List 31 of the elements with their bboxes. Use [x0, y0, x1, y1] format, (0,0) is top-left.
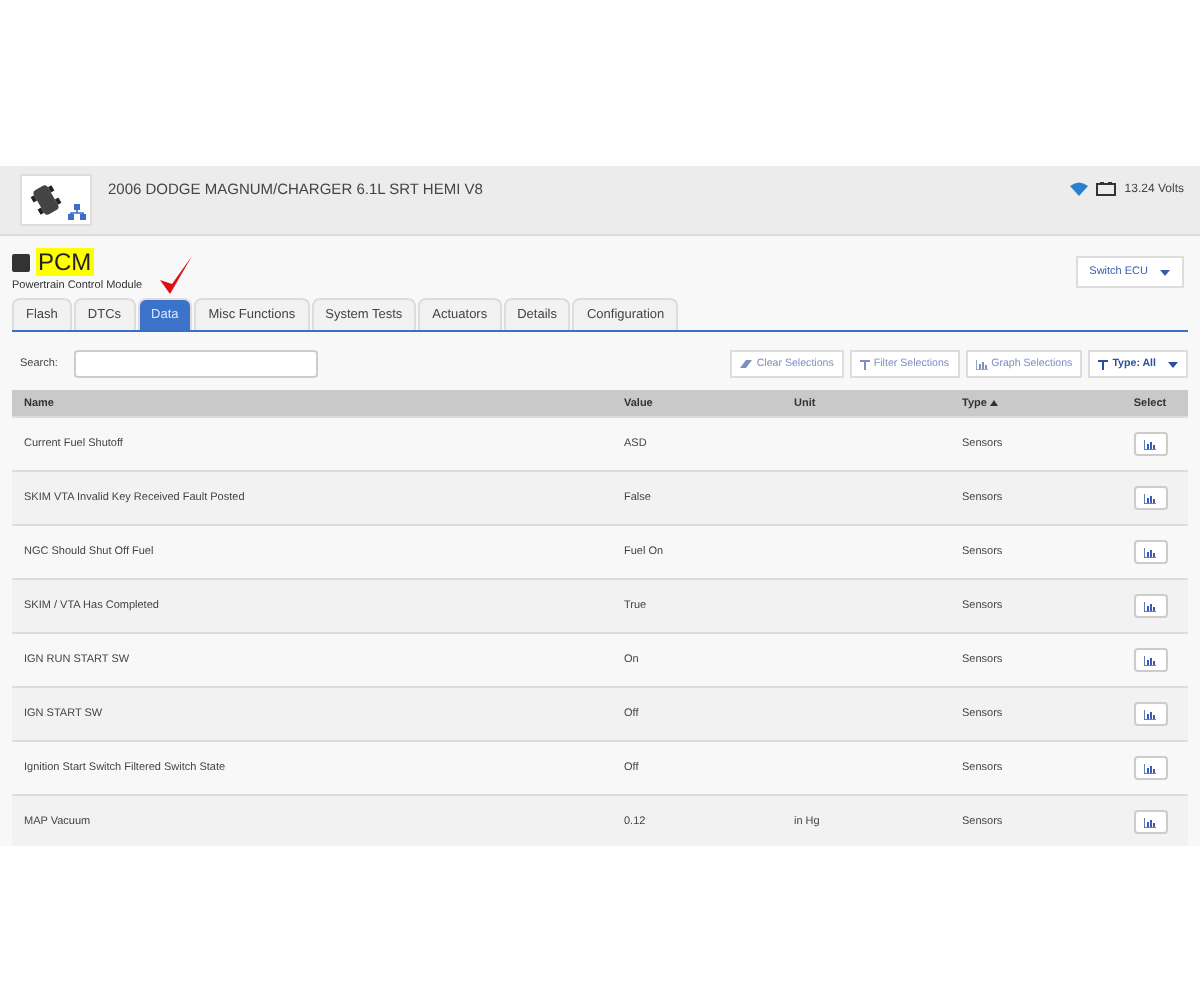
bar-chart-icon: [1144, 817, 1156, 827]
wifi-icon: [1070, 182, 1089, 196]
module-icon: [12, 253, 30, 271]
filter-icon: [859, 359, 870, 369]
caret-icon: [1160, 269, 1170, 275]
graph-button[interactable]: [1133, 810, 1167, 834]
car-icon: [28, 182, 64, 218]
search-field[interactable]: [73, 350, 318, 378]
eraser-icon: [740, 360, 753, 368]
bar-chart-icon: [1144, 763, 1156, 773]
checkmark-icon: [156, 254, 196, 298]
graph-button[interactable]: [1133, 594, 1167, 618]
bar-chart-icon: [1144, 493, 1156, 503]
bar-chart-icon: [1144, 601, 1156, 611]
bar-chart-icon: [1144, 655, 1156, 665]
graph-button[interactable]: [1133, 648, 1167, 672]
graph-button[interactable]: [1133, 756, 1167, 780]
bar-chart-icon: [975, 359, 988, 369]
bar-chart-icon: [1144, 709, 1156, 719]
module-code: PCM: [36, 248, 94, 276]
network-icon: [68, 204, 86, 220]
graph-button[interactable]: [1133, 702, 1167, 726]
graph-button[interactable]: [1133, 486, 1167, 510]
bar-chart-icon: [1144, 547, 1156, 557]
sort-up-icon: [990, 399, 999, 405]
graph-button[interactable]: [1133, 540, 1167, 564]
graph-button[interactable]: [1133, 432, 1167, 456]
caret-icon: [1168, 361, 1178, 367]
bar-chart-icon: [1144, 439, 1156, 449]
battery-icon: [1096, 182, 1117, 196]
filter-icon: [1098, 359, 1109, 369]
